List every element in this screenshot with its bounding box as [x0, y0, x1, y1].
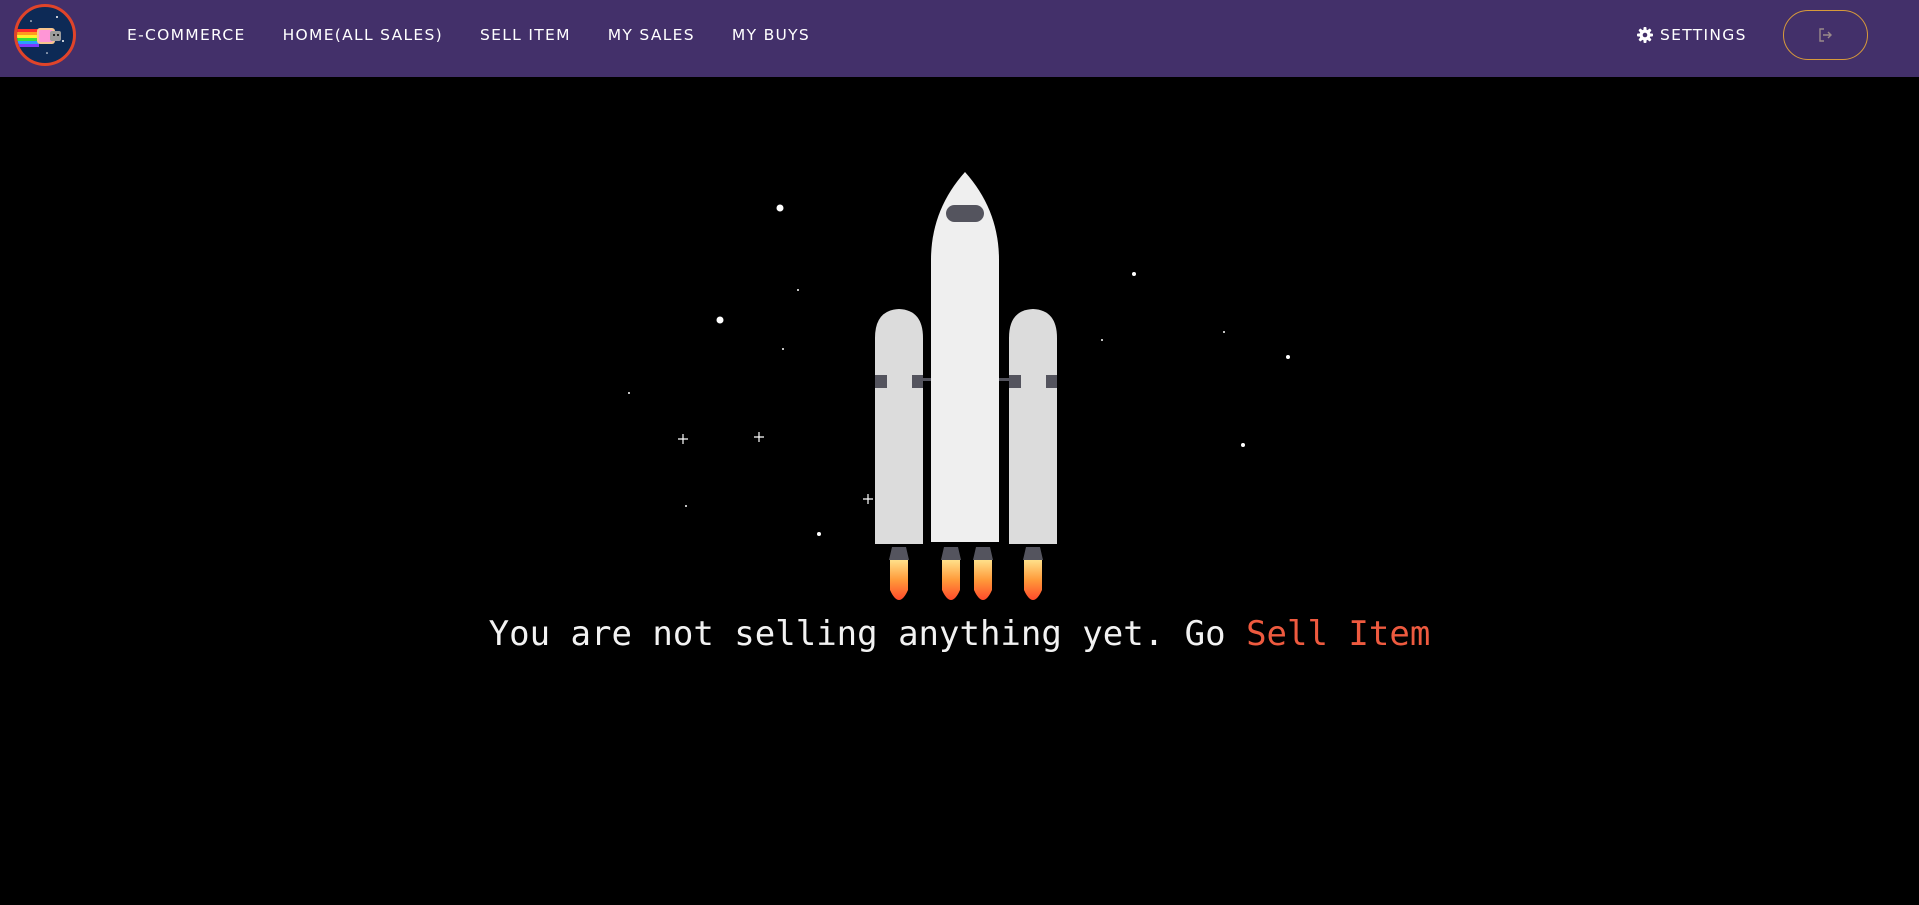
- settings-link[interactable]: SETTINGS: [1637, 0, 1747, 70]
- nav-link-ecommerce[interactable]: E-COMMERCE: [127, 26, 246, 44]
- nav-link-my-buys[interactable]: MY BUYS: [732, 26, 810, 44]
- nav-link-sell-item[interactable]: SELL ITEM: [480, 26, 571, 44]
- gear-icon: [1637, 27, 1653, 43]
- sell-item-link[interactable]: Sell Item: [1246, 614, 1430, 654]
- empty-message-text: You are not selling anything yet. Go: [488, 614, 1226, 654]
- nyan-cat-logo-icon[interactable]: [14, 4, 76, 66]
- sparkle-stars: [678, 432, 873, 504]
- sign-out-icon: [1818, 28, 1832, 42]
- main-nav: E-COMMERCE HOME(ALL SALES) SELL ITEM MY …: [127, 0, 847, 70]
- rocket-icon: [875, 172, 1057, 600]
- nav-link-home-all-sales[interactable]: HOME(ALL SALES): [283, 26, 443, 44]
- nav-link-my-sales[interactable]: MY SALES: [608, 26, 695, 44]
- empty-sales-message: You are not selling anything yet. Go Sel…: [0, 614, 1919, 654]
- top-navbar: E-COMMERCE HOME(ALL SALES) SELL ITEM MY …: [0, 0, 1919, 77]
- logout-button[interactable]: [1783, 10, 1868, 60]
- rocket-illustration: [628, 172, 1290, 600]
- star-field: [628, 204, 1290, 536]
- settings-label: SETTINGS: [1660, 26, 1747, 44]
